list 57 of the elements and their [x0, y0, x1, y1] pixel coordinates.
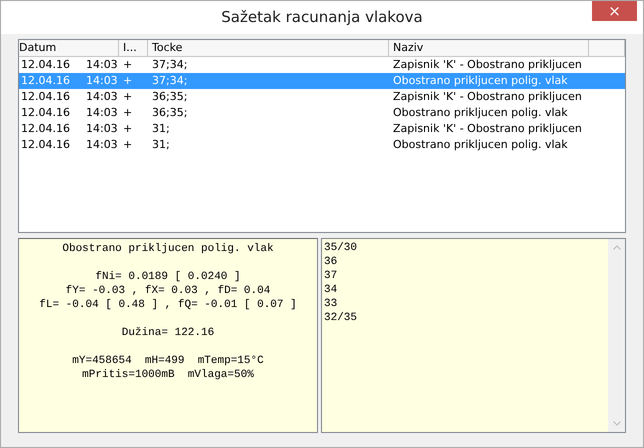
point-line: 34: [324, 283, 338, 297]
column-header[interactable]: Tocke: [148, 40, 389, 57]
points-cell-text: 36;35;: [151, 105, 188, 121]
status-cell-text: +: [122, 73, 134, 89]
time-cell-text: 14:03: [84, 89, 118, 105]
point-line: 36: [324, 255, 338, 269]
date-cell-text: 12.04.16: [20, 89, 70, 105]
time-cell-text: 14:03: [84, 73, 118, 89]
summary-line: mPritis=1000mB mVlaga=50%: [81, 368, 255, 382]
window-title: Sažetak racunanja vlakova: [221, 7, 423, 28]
close-button[interactable]: ×: [592, 1, 637, 21]
date-cell-text: 12.04.16: [20, 57, 70, 73]
name-cell-text: Obostrano prikljucen polig. vlak: [392, 137, 569, 153]
point-line: 32/35: [324, 311, 358, 325]
name-cell-text: Zapisnik 'K' - Obostrano prikljucen: [392, 57, 583, 73]
time-cell-text: 14:03: [84, 57, 118, 73]
date-cell-text: 12.04.16: [20, 105, 70, 121]
summary-line: mY=458654 mH=499 mTemp=15°C: [71, 354, 265, 368]
date-cell-text: 12.04.16: [20, 73, 70, 89]
scrollbar[interactable]: [608, 239, 625, 432]
scroll-down-icon[interactable]: [612, 421, 620, 426]
points-cell-text: 36;35;: [151, 89, 188, 105]
table-row[interactable]: 12.04.16 14:03 + 37;34; Zapisnik 'K' - Obostrano prikljucen: [19, 57, 625, 73]
table-row[interactable]: 12.04.16 14:03 + 31; Zapisnik 'K' - Obostrano prikljucen: [19, 121, 625, 137]
time-cell-text: 14:03: [84, 105, 118, 121]
status-cell-text: +: [122, 105, 134, 121]
name-cell-text: Obostrano prikljucen polig. vlak: [392, 73, 569, 89]
name-cell-text: Obostrano prikljucen polig. vlak: [392, 105, 569, 121]
status-cell-text: +: [122, 137, 134, 153]
summary-line: fNi= 0.0189 [ 0.0240 ]: [94, 270, 242, 284]
column-header[interactable]: I...: [119, 40, 148, 57]
name-cell-text: Zapisnik 'K' - Obostrano prikljucen: [392, 121, 583, 137]
time-cell-text: 14:03: [84, 137, 118, 153]
summary-line: fL= -0.04 [ 0.48 ] , fQ= -0.01 [ 0.07 ]: [38, 298, 298, 312]
date-cell-text: 12.04.16: [20, 121, 70, 137]
status-cell-text: +: [122, 57, 134, 73]
table-row[interactable]: 12.04.16 14:03 + 31; Obostrano prikljucen polig. vlak: [19, 137, 625, 153]
name-cell-text: Zapisnik 'K' - Obostrano prikljucen: [392, 89, 583, 105]
scroll-up-icon[interactable]: [612, 245, 620, 250]
summary-line: Dužina= 122.16: [120, 326, 216, 340]
date-cell-text: 12.04.16: [20, 137, 70, 153]
point-line: 35/30: [324, 241, 358, 255]
points-cell-text: 31;: [151, 137, 171, 153]
status-cell-text: +: [122, 89, 134, 105]
summary-line: fY= -0.03 , fX= 0.03 , fD= 0.04: [64, 284, 272, 298]
points-cell-text: 37;34;: [151, 57, 188, 73]
points-cell-text: 31;: [151, 121, 171, 137]
time-cell-text: 14:03: [84, 121, 118, 137]
column-header[interactable]: Naziv: [389, 40, 589, 57]
table-row[interactable]: 12.04.16 14:03 + 36;35; Obostrano prikljucen polig. vlak: [19, 105, 625, 121]
summary-line: Obostrano prikljucen polig. vlak: [61, 242, 275, 256]
status-cell-text: +: [122, 121, 134, 137]
point-line: 33: [324, 297, 338, 311]
column-header[interactable]: Datum: [19, 40, 119, 57]
point-line: 37: [324, 269, 338, 283]
table-row[interactable]: 12.04.16 14:03 + 36;35; Zapisnik 'K' - Obostrano prikljucen: [19, 89, 625, 105]
points-cell-text: 37;34;: [151, 73, 188, 89]
